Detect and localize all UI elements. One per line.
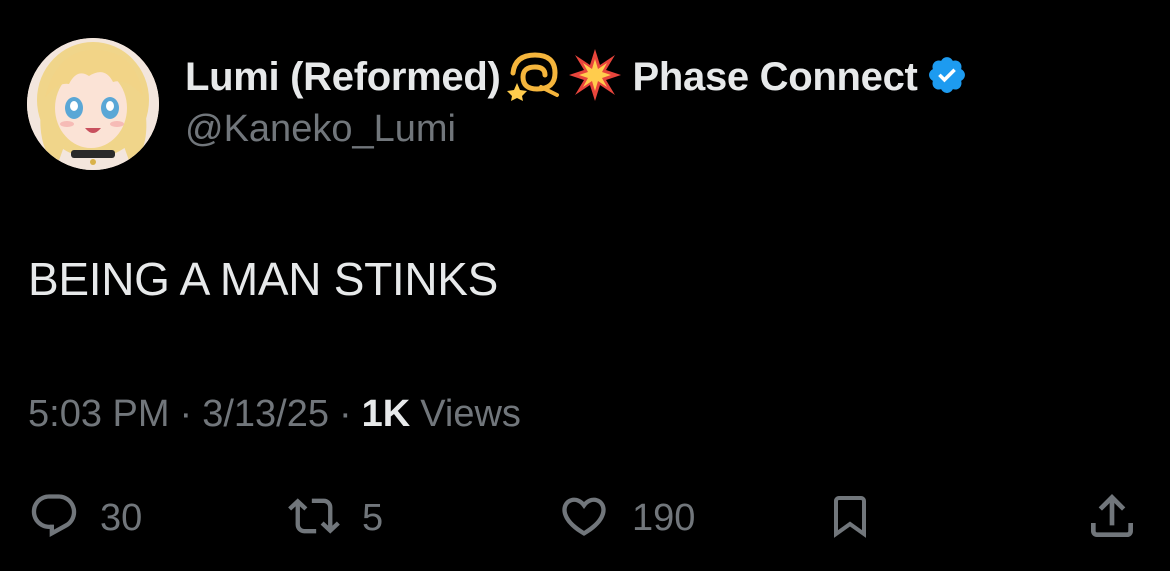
views-count[interactable]: 1K xyxy=(362,393,411,436)
like-count: 190 xyxy=(632,496,696,539)
retweet-button[interactable]: 5 xyxy=(286,488,383,548)
views-label[interactable]: Views xyxy=(420,393,521,436)
tweet-meta: 5:03 PM · 3/13/25 · 1K Views xyxy=(28,393,521,436)
heart-icon xyxy=(556,490,612,547)
author-handle[interactable]: @Kaneko_Lumi xyxy=(185,108,456,151)
tweet-time[interactable]: 5:03 PM xyxy=(28,393,170,436)
reply-icon xyxy=(28,490,80,547)
share-icon xyxy=(1084,488,1140,549)
avatar[interactable] xyxy=(27,38,159,170)
author-name-row[interactable]: Lumi (Reformed) Phase Connect xyxy=(185,48,968,106)
verified-badge-icon[interactable] xyxy=(926,54,968,101)
dizzy-emoji-icon xyxy=(506,49,563,106)
reply-count: 30 xyxy=(100,496,143,539)
share-button[interactable] xyxy=(1084,488,1140,548)
meta-separator: · xyxy=(338,393,352,435)
retweet-icon xyxy=(286,490,342,547)
author-display-name[interactable]: Lumi (Reformed) xyxy=(185,55,501,100)
retweet-count: 5 xyxy=(362,496,384,539)
bookmark-icon xyxy=(826,488,874,549)
meta-separator: · xyxy=(179,393,193,435)
tweet-date[interactable]: 3/13/25 xyxy=(202,393,329,436)
bookmark-button[interactable] xyxy=(826,488,874,548)
collision-emoji-icon xyxy=(568,48,621,106)
like-button[interactable]: 190 xyxy=(556,488,695,548)
reply-button[interactable]: 30 xyxy=(28,488,142,548)
action-bar: 30 5 190 xyxy=(0,488,1170,548)
author-affiliation[interactable]: Phase Connect xyxy=(633,55,918,100)
tweet-text: BEING A MAN STINKS xyxy=(28,253,499,305)
